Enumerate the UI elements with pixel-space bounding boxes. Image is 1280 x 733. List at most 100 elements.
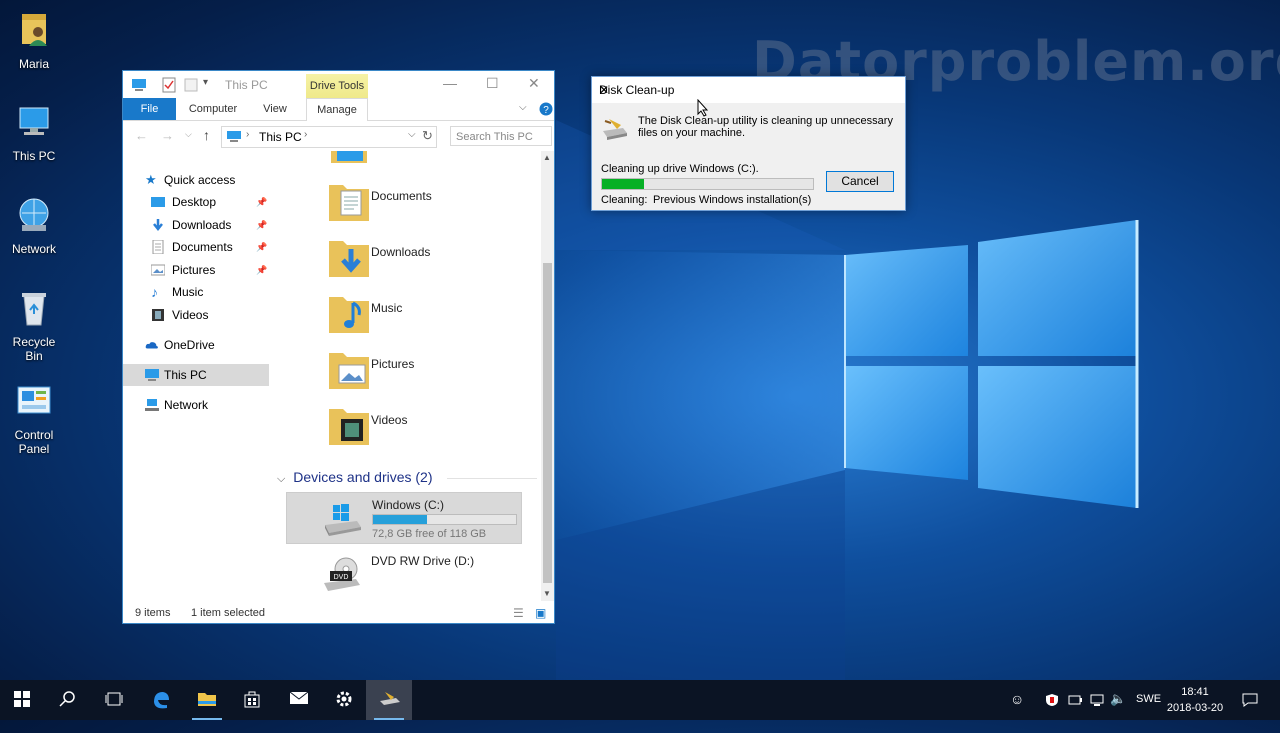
nav-desktop[interactable]: Desktop 📌 (123, 191, 269, 213)
pin-icon[interactable]: 📌 (256, 191, 267, 213)
large-icons-view-icon[interactable]: ▣ (535, 603, 546, 623)
battery-icon[interactable] (1068, 693, 1082, 733)
search-button[interactable] (46, 680, 92, 720)
cleaning-item: Previous Windows installation(s) (653, 194, 812, 206)
minimize-button[interactable]: — (443, 75, 457, 91)
action-center-icon[interactable] (1242, 692, 1258, 732)
start-button[interactable] (0, 680, 46, 720)
nav-quick-access[interactable]: ★ Quick access (123, 169, 269, 191)
forward-arrow-icon[interactable]: → (161, 128, 174, 143)
nav-onedrive[interactable]: OneDrive (123, 334, 269, 356)
drive-dvd-d[interactable]: DVD DVD RW Drive (D:) (286, 549, 522, 601)
security-shield-icon[interactable] (1045, 693, 1059, 733)
videos-folder-icon (329, 409, 369, 445)
music-folder-icon (329, 297, 369, 333)
taskbar: ☺ 🔈 SWE 18:41 2018-03-20 (0, 680, 1280, 720)
star-icon: ★ (145, 172, 157, 187)
nav-downloads[interactable]: Downloads 📌 (123, 214, 269, 236)
vertical-scrollbar[interactable]: ▲ ▼ (541, 151, 554, 601)
drive-tools-context-tab: Drive Tools (306, 74, 368, 98)
new-folder-icon[interactable] (183, 77, 199, 93)
maximize-button[interactable]: ☐ (486, 75, 499, 92)
ribbon-expand-icon[interactable]: ⌵ (519, 102, 527, 113)
mail-button[interactable] (276, 680, 322, 720)
back-arrow-icon[interactable]: ← (135, 128, 148, 143)
folder-label: Pictures (371, 357, 415, 371)
scroll-down-icon[interactable]: ▼ (543, 589, 551, 598)
task-view-button[interactable] (92, 680, 138, 720)
details-view-icon[interactable]: ☰ (513, 603, 524, 623)
close-button[interactable]: ✕ (528, 75, 540, 92)
desktop-icon-recycle-bin[interactable]: Recycle Bin (4, 288, 64, 363)
edge-button[interactable] (138, 680, 184, 720)
properties-check-icon[interactable] (161, 77, 177, 93)
desktop-icon-label: Control Panel (14, 428, 54, 456)
close-icon[interactable]: ✕ (599, 83, 609, 97)
settings-button[interactable] (322, 680, 368, 720)
tab-computer[interactable]: Computer (183, 98, 243, 120)
status-selection: 1 item selected (191, 607, 265, 619)
nav-label: Desktop (172, 195, 217, 209)
folder-documents[interactable]: Documents (329, 179, 529, 227)
tab-file[interactable]: File (123, 98, 176, 120)
folder-pictures[interactable]: Pictures (329, 347, 529, 395)
disk-cleanup-icon (380, 692, 400, 705)
dialog-titlebar[interactable]: Disk Clean-up ✕ (592, 77, 905, 103)
nav-this-pc[interactable]: This PC (123, 364, 269, 386)
address-field[interactable]: › This PC › ⌵ ↻ (221, 126, 437, 148)
desktop-icon-control-panel[interactable]: Control Panel (4, 381, 64, 456)
nav-network[interactable]: Network (123, 394, 269, 416)
network-status-icon[interactable] (1090, 693, 1104, 733)
disk-cleanup-taskbar-button[interactable] (366, 680, 412, 720)
collapse-chevron-icon[interactable]: ⌵ (277, 473, 285, 485)
nav-music[interactable]: ♪ Music (123, 281, 269, 303)
pictures-icon (151, 264, 165, 276)
language-indicator[interactable]: SWE (1136, 693, 1161, 733)
nav-label: Music (172, 285, 204, 299)
cancel-button[interactable]: Cancel (826, 171, 894, 192)
drive-usage-bar (372, 514, 517, 525)
tab-view[interactable]: View (253, 98, 297, 120)
clock[interactable]: 18:41 2018-03-20 (1160, 684, 1230, 716)
volume-icon[interactable]: 🔈 (1110, 691, 1126, 731)
desktop-icon-network[interactable]: Network (4, 195, 64, 256)
qat-dropdown-icon[interactable]: ▾ (203, 77, 208, 93)
nav-documents[interactable]: Documents 📌 (123, 236, 269, 258)
address-dropdown-icon[interactable]: ⌵ (408, 129, 416, 140)
up-arrow-icon[interactable]: ↑ (203, 127, 210, 143)
tab-manage[interactable]: Manage (306, 98, 368, 121)
folder-downloads[interactable]: Downloads (329, 235, 529, 283)
dvd-logo-text: DVD (334, 574, 349, 581)
scrollbar-thumb[interactable] (543, 263, 552, 583)
dialog-title: Disk Clean-up (599, 83, 675, 97)
nav-pictures[interactable]: Pictures 📌 (123, 259, 269, 281)
file-explorer-window[interactable]: ▾ This PC Drive Tools — ☐ ✕ File Compute… (122, 70, 555, 624)
store-button[interactable] (230, 680, 276, 720)
nav-label: Network (164, 398, 209, 412)
pin-icon[interactable]: 📌 (256, 214, 267, 236)
devices-and-drives-header[interactable]: ⌵ Devices and drives (2) (277, 469, 537, 489)
content-pane: Documents Downloads Music Pictures Video… (273, 151, 539, 601)
folder-videos[interactable]: Videos (329, 403, 529, 451)
computer-icon (227, 131, 241, 142)
help-icon[interactable]: ? (539, 102, 553, 116)
desktop-icon-user-folder[interactable]: Maria (4, 10, 64, 71)
explorer-titlebar[interactable]: ▾ This PC Drive Tools — ☐ ✕ (123, 71, 554, 98)
desktop-folder-icon[interactable] (329, 151, 369, 165)
drive-windows-c[interactable]: Windows (C:) 72,8 GB free of 118 GB (286, 492, 522, 544)
recent-locations-icon[interactable]: ⌵ (185, 129, 192, 140)
breadcrumb-this-pc[interactable]: This PC (259, 130, 302, 144)
folder-music[interactable]: Music (329, 291, 529, 339)
clock-time: 18:41 (1181, 686, 1209, 698)
search-input[interactable]: Search This PC (450, 126, 552, 146)
people-icon[interactable]: ☺ (1010, 691, 1024, 731)
disk-cleanup-dialog[interactable]: Disk Clean-up ✕ The Disk Clean-up utilit… (591, 76, 906, 211)
file-explorer-button[interactable] (184, 680, 230, 720)
pin-icon[interactable]: 📌 (256, 236, 267, 258)
nav-videos[interactable]: Videos (123, 304, 269, 326)
pin-icon[interactable]: 📌 (256, 259, 267, 281)
mail-icon (289, 691, 309, 704)
scroll-up-icon[interactable]: ▲ (543, 153, 551, 162)
refresh-icon[interactable]: ↻ (422, 128, 433, 144)
desktop-icon-this-pc[interactable]: This PC (4, 102, 64, 163)
